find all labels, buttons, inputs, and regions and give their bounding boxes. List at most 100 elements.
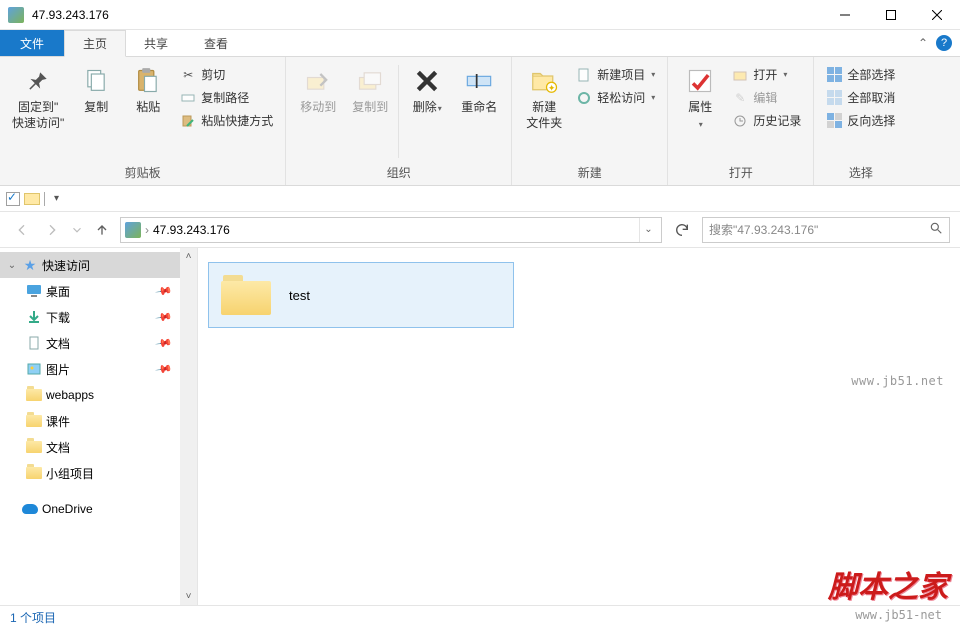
- tree-documents2[interactable]: 文档: [0, 434, 197, 460]
- forward-button[interactable]: [40, 218, 64, 242]
- address-icon: [125, 222, 141, 238]
- recent-dropdown[interactable]: [70, 218, 84, 242]
- refresh-button[interactable]: [668, 217, 696, 243]
- delete-button[interactable]: 删除▾: [401, 61, 453, 119]
- move-to-label: 移动到: [300, 99, 336, 115]
- collapse-ribbon-icon[interactable]: ⌃: [918, 36, 928, 50]
- tree-desktop[interactable]: 桌面📌: [0, 278, 197, 304]
- delete-label: 删除▾: [413, 99, 442, 115]
- minimize-button[interactable]: [822, 0, 868, 30]
- group-clipboard-label: 剪贴板: [6, 162, 279, 183]
- desktop-icon: [26, 283, 42, 299]
- delete-icon: [411, 65, 443, 97]
- maximize-button[interactable]: [868, 0, 914, 30]
- folder-mini-icon: [24, 193, 40, 205]
- search-placeholder: 搜索"47.93.243.176": [709, 221, 818, 238]
- tree-group-project[interactable]: 小组项目: [0, 460, 197, 486]
- watermark-url2: www.jb51-net: [855, 608, 942, 622]
- copy-to-button[interactable]: 复制到: [344, 61, 396, 119]
- up-button[interactable]: [90, 218, 114, 242]
- invert-selection-button[interactable]: 反向选择: [824, 111, 897, 130]
- tab-share[interactable]: 共享: [126, 30, 186, 56]
- tab-view[interactable]: 查看: [186, 30, 246, 56]
- quick-dropdown-icon[interactable]: ▾: [54, 193, 59, 204]
- back-button[interactable]: [10, 218, 34, 242]
- copy-icon: [80, 65, 112, 97]
- documents-icon: [26, 335, 42, 351]
- address-bar[interactable]: › 47.93.243.176 ⌄: [120, 217, 662, 243]
- search-icon[interactable]: [929, 221, 943, 238]
- pin-icon: 📌: [155, 282, 174, 301]
- pictures-icon: [26, 361, 42, 377]
- new-item-icon: [576, 67, 592, 83]
- cut-icon: ✂: [180, 67, 196, 83]
- copy-button[interactable]: 复制: [70, 61, 122, 119]
- nav-bar: › 47.93.243.176 ⌄ 搜索"47.93.243.176": [0, 212, 960, 248]
- tree-pictures[interactable]: 图片📌: [0, 356, 197, 382]
- tree-webapps[interactable]: webapps: [0, 382, 197, 408]
- onedrive-icon: [22, 501, 38, 517]
- tree-courseware[interactable]: 课件: [0, 408, 197, 434]
- folder-icon: [26, 413, 42, 429]
- group-organize-label: 组织: [292, 162, 505, 183]
- paste-icon: [132, 65, 164, 97]
- folder-label: test: [289, 288, 310, 303]
- properties-button[interactable]: 属性▾: [674, 61, 726, 135]
- copy-label: 复制: [84, 99, 108, 115]
- close-button[interactable]: [914, 0, 960, 30]
- tab-file[interactable]: 文件: [0, 30, 64, 56]
- paste-shortcut-button[interactable]: 粘贴快捷方式: [178, 111, 275, 130]
- tab-home[interactable]: 主页: [64, 30, 126, 57]
- pin-icon: 📌: [155, 334, 174, 353]
- easy-access-button[interactable]: 轻松访问▾: [574, 88, 657, 107]
- tree-downloads[interactable]: 下载📌: [0, 304, 197, 330]
- ribbon: 固定到" 快速访问" 复制 粘贴 ✂剪切 复制路径 粘贴快捷方式 剪贴板 移动到: [0, 57, 960, 186]
- folder-item-test[interactable]: test: [208, 262, 514, 328]
- file-list[interactable]: test: [198, 248, 960, 605]
- select-none-icon: [826, 90, 842, 106]
- address-dropdown-icon[interactable]: ⌄: [639, 218, 657, 242]
- pin-quick-access-button[interactable]: 固定到" 快速访问": [6, 61, 70, 135]
- new-folder-button[interactable]: ✦ 新建 文件夹: [518, 61, 570, 135]
- properties-label: 属性▾: [688, 99, 712, 131]
- chevron-down-icon[interactable]: ⌄: [6, 260, 18, 271]
- address-path[interactable]: 47.93.243.176: [153, 223, 230, 237]
- select-checkbox[interactable]: [6, 192, 20, 206]
- tree-onedrive[interactable]: OneDrive: [0, 496, 197, 522]
- properties-icon: [684, 65, 716, 97]
- scroll-down-icon[interactable]: ˅: [180, 588, 197, 605]
- paste-label: 粘贴: [136, 99, 160, 115]
- select-none-button[interactable]: 全部取消: [824, 88, 897, 107]
- ribbon-tabs: 文件 主页 共享 查看 ⌃ ?: [0, 30, 960, 57]
- copy-path-button[interactable]: 复制路径: [178, 88, 275, 107]
- easy-access-icon: [576, 90, 592, 106]
- breadcrumb-sep-icon[interactable]: ›: [145, 223, 149, 237]
- group-new-label: 新建: [518, 162, 661, 183]
- move-to-button[interactable]: 移动到: [292, 61, 344, 119]
- tree-quick-access[interactable]: ⌄ ★ 快速访问: [0, 252, 197, 278]
- open-button-small[interactable]: 打开▾: [730, 65, 803, 84]
- group-organize: 移动到 复制到 删除▾ 重命名 组织: [286, 57, 512, 185]
- pin-icon: 📌: [155, 360, 174, 379]
- new-folder-icon: ✦: [528, 65, 560, 97]
- history-button[interactable]: 历史记录: [730, 111, 803, 130]
- group-new: ✦ 新建 文件夹 新建项目▾ 轻松访问▾ 新建: [512, 57, 668, 185]
- select-all-button[interactable]: 全部选择: [824, 65, 897, 84]
- watermark-url: www.jb51.net: [851, 374, 944, 388]
- new-item-button[interactable]: 新建项目▾: [574, 65, 657, 84]
- window-title: 47.93.243.176: [32, 8, 822, 22]
- rename-button[interactable]: 重命名: [453, 61, 505, 119]
- scroll-up-icon[interactable]: ˄: [180, 248, 197, 265]
- downloads-icon: [26, 309, 42, 325]
- edit-button[interactable]: ✎编辑: [730, 88, 803, 107]
- help-icon[interactable]: ?: [936, 35, 952, 51]
- search-box[interactable]: 搜索"47.93.243.176": [702, 217, 950, 243]
- folder-icon: [26, 465, 42, 481]
- app-icon: [8, 7, 24, 23]
- new-folder-label: 新建 文件夹: [526, 99, 562, 131]
- cut-button[interactable]: ✂剪切: [178, 65, 275, 84]
- tree-documents[interactable]: 文档📌: [0, 330, 197, 356]
- tree-scrollbar[interactable]: ˄ ˅: [180, 248, 197, 605]
- status-text: 1 个项目: [10, 609, 56, 626]
- paste-button[interactable]: 粘贴: [122, 61, 174, 119]
